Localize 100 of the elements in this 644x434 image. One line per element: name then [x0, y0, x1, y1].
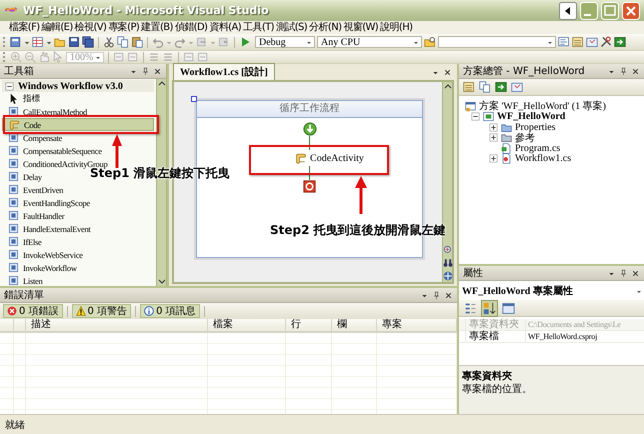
cut-icon[interactable] — [103, 36, 115, 48]
filter-button[interactable]: 0 項錯誤 — [3, 304, 63, 318]
menu-item[interactable]: 編輯(E) — [40, 22, 74, 34]
tree-item[interactable]: 方案 'WF_HelloWord' (1 專案) — [479, 99, 606, 114]
scroll-up-icon[interactable] — [158, 80, 166, 88]
annotation-text: Step2 托曳到這後放開滑鼠左鍵 — [270, 222, 446, 239]
tree-item[interactable]: Program.cs — [515, 142, 560, 154]
toolbox-item[interactable]: IfElse — [2, 235, 44, 248]
tools-icon[interactable] — [600, 36, 612, 48]
object-browser-icon[interactable] — [586, 36, 598, 48]
save-icon[interactable] — [68, 36, 80, 48]
activity-icon — [8, 249, 19, 260]
pin-icon[interactable] — [432, 290, 441, 300]
toolbox-item[interactable]: FaultHandler — [2, 209, 68, 222]
play-icon[interactable] — [239, 36, 251, 48]
close-icon[interactable] — [153, 66, 162, 76]
configuration-dropdown[interactable]: Debug — [255, 36, 315, 48]
close-icon[interactable] — [444, 290, 453, 300]
collapse-toggle[interactable] — [5, 82, 14, 90]
properties-icon[interactable] — [463, 81, 475, 93]
grid-icon[interactable] — [32, 36, 44, 48]
menu-item[interactable]: 說明(H) — [379, 22, 414, 34]
navigate-back-icon — [196, 36, 208, 48]
column-header[interactable]: 描述 — [26, 319, 208, 331]
menu-item[interactable]: 分析(N) — [308, 22, 342, 34]
toolbox-item[interactable]: ConditionedActivityGroup — [2, 157, 110, 170]
copy-icon[interactable] — [117, 36, 129, 48]
menu-item[interactable]: 資料(A) — [208, 22, 242, 34]
activity-icon — [8, 184, 19, 195]
expand-toggle[interactable] — [489, 154, 498, 164]
column-header[interactable]: 檔案 — [208, 319, 286, 331]
platform-dropdown[interactable]: Any CPU — [317, 36, 422, 48]
column-header[interactable]: 欄 — [332, 319, 377, 331]
menu-item[interactable]: 建置(B) — [140, 22, 174, 34]
filter-button[interactable]: 0 項警告 — [72, 304, 132, 318]
scroll-up-icon[interactable] — [444, 83, 452, 91]
toolbox-item[interactable]: InvokeWorkflow — [2, 261, 80, 274]
toolbox-item[interactable]: HandleExternalEvent — [2, 222, 94, 235]
close-icon[interactable] — [631, 66, 640, 76]
description-text: 專案檔的位置。 — [462, 383, 533, 396]
filter-button[interactable]: 0 項訊息 — [140, 304, 200, 318]
activity-label[interactable]: CodeActivity — [310, 152, 364, 164]
pan-icon[interactable] — [442, 271, 452, 281]
zoom-icon[interactable] — [442, 245, 452, 255]
activity-icon — [8, 171, 19, 182]
sort-az-icon[interactable] — [482, 300, 497, 316]
folder-icon — [501, 132, 512, 144]
toolbox-item[interactable]: Compensate — [2, 131, 66, 144]
back-button[interactable] — [559, 2, 577, 20]
pin-icon[interactable] — [141, 66, 150, 76]
tree-item[interactable]: WF_HelloWord — [497, 111, 566, 122]
object-dropdown[interactable]: WF_HelloWord 專案屬性 — [459, 283, 644, 298]
menu-item[interactable]: 測試(S) — [274, 22, 308, 34]
close-icon[interactable] — [631, 268, 640, 278]
menu-item[interactable]: 檔案(F) — [8, 22, 41, 34]
toolbox-item[interactable]: EventHandlingScope — [2, 196, 93, 209]
menu-item[interactable]: 專案(P) — [107, 22, 140, 34]
close-button[interactable] — [622, 2, 640, 20]
column-header[interactable]: 行 — [286, 319, 332, 331]
tree-item[interactable]: Workflow1.cs — [515, 153, 572, 164]
binoculars-icon[interactable] — [442, 258, 452, 268]
refresh-icon[interactable] — [495, 81, 507, 93]
properties-icon[interactable] — [572, 36, 584, 48]
property-pages-icon[interactable] — [501, 300, 516, 316]
save-all-icon[interactable] — [82, 36, 94, 48]
class-diagram-icon[interactable] — [511, 81, 523, 93]
selection-handle[interactable] — [191, 96, 197, 102]
show-all-files-icon[interactable] — [479, 81, 491, 93]
property-value[interactable]: WF_HelloWord.csproj — [526, 331, 644, 342]
toolbox-item[interactable]: Listen — [2, 274, 46, 286]
expand-toggle[interactable] — [489, 133, 498, 142]
start-page-icon[interactable] — [614, 36, 626, 48]
menu-item[interactable]: 視窗(W) — [342, 22, 380, 34]
toolbox-item[interactable]: Delay — [2, 170, 45, 183]
tree-item[interactable]: Properties — [515, 122, 556, 133]
menu-item[interactable]: 檢視(V) — [74, 22, 108, 34]
new-project-icon[interactable] — [10, 36, 22, 48]
solution-explorer-icon[interactable] — [558, 36, 570, 48]
document-icon — [197, 51, 209, 63]
menu-item[interactable]: 偵錯(D) — [174, 22, 208, 34]
toolbox-item[interactable]: CallExternalMethod — [2, 105, 90, 118]
toolbox-item[interactable]: CompensatableSequence — [2, 144, 105, 157]
document-tab[interactable]: Workflow1.cs [設計] — [173, 63, 275, 80]
collapse-toggle[interactable] — [471, 112, 480, 122]
pin-icon[interactable] — [619, 66, 628, 76]
toolbox-item[interactable]: Code — [2, 118, 154, 131]
close-icon[interactable] — [443, 68, 452, 77]
scroll-down-icon[interactable] — [158, 277, 166, 285]
categorized-icon[interactable] — [463, 300, 478, 316]
paste-icon[interactable] — [131, 36, 143, 48]
find-in-files-icon[interactable] — [424, 36, 436, 48]
activity-icon — [8, 275, 19, 286]
expand-toggle[interactable] — [489, 122, 498, 132]
toolbox-item[interactable]: EventDriven — [2, 183, 66, 196]
expand-icon — [113, 51, 125, 63]
toolbox-item[interactable]: 指標 — [2, 92, 44, 105]
toolbox-item[interactable]: InvokeWebService — [2, 248, 86, 261]
menu-item[interactable]: 工具(T) — [242, 22, 275, 34]
activity-icon — [8, 145, 19, 156]
pin-icon[interactable] — [619, 268, 628, 278]
